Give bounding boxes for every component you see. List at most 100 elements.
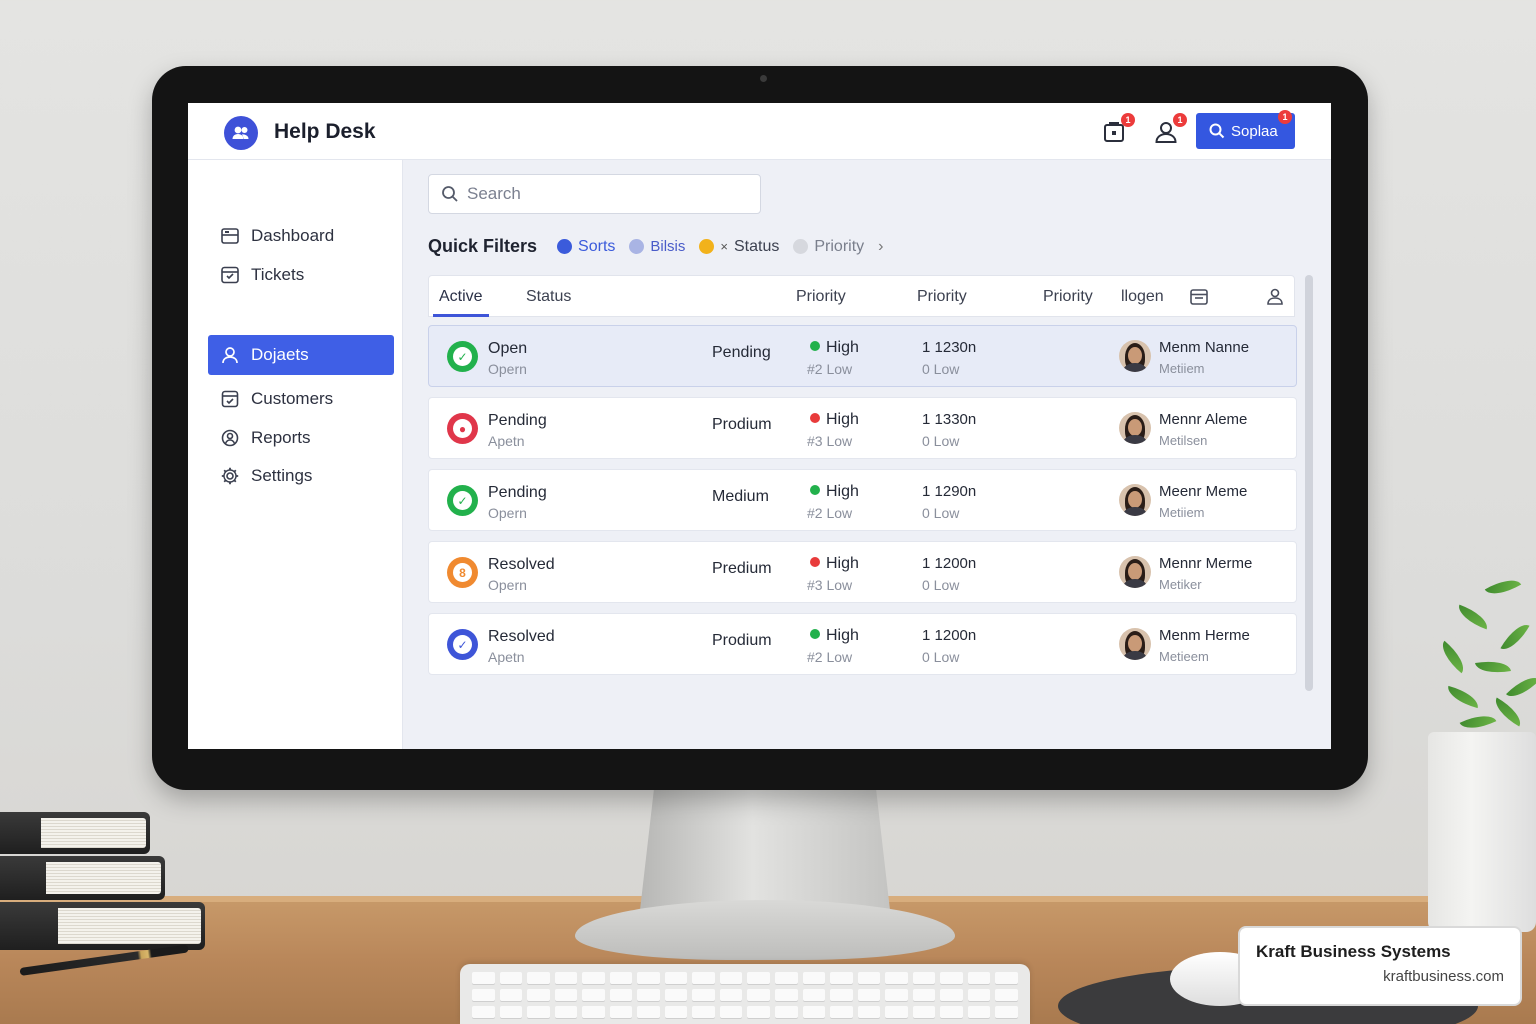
- user-icon: [222, 347, 238, 364]
- ticket-level: Prodium: [712, 632, 772, 649]
- priority-label: High: [826, 483, 859, 500]
- keyboard-key: [967, 972, 991, 984]
- tab-label: Active: [439, 288, 483, 305]
- sidebar-item-dashboard[interactable]: Dashboard: [208, 216, 394, 256]
- assignee-name: Mennr Merme: [1159, 555, 1253, 572]
- notification-badge: 1: [1121, 113, 1135, 127]
- chip-label: Bilsis: [650, 238, 686, 255]
- column-status[interactable]: Status: [526, 288, 571, 306]
- table-header: Active Status Priority Priority Priority…: [428, 275, 1295, 317]
- keyboard-key: [472, 972, 495, 984]
- table-row[interactable]: 8 Resolved Opern Predium High #3 Low 1 1…: [428, 541, 1297, 603]
- table-row[interactable]: ✓ Open Opern Pending High #2 Low 1 1230n…: [428, 325, 1297, 387]
- ticket-level: Prodium: [712, 416, 772, 433]
- book-stack: [0, 812, 220, 962]
- keyboard-key: [719, 1006, 743, 1018]
- column-llogen[interactable]: llogen: [1121, 288, 1164, 306]
- keyboard-key: [719, 989, 743, 1001]
- keyboard-key: [830, 989, 853, 1001]
- chip-dot: [793, 239, 809, 254]
- remove-icon[interactable]: ×: [720, 239, 728, 254]
- ticket-time-sub: 0 Low: [922, 505, 960, 521]
- sidebar-item-customers[interactable]: Customers: [208, 379, 394, 419]
- priority-label: High: [826, 555, 859, 572]
- assignee-sub: Metiker: [1159, 577, 1202, 592]
- priority-dot: [810, 413, 820, 423]
- priority-label: High: [826, 627, 859, 644]
- assignee-sub: Metieem: [1159, 649, 1209, 664]
- logo-icon: [224, 116, 258, 150]
- ticket-priority: High: [810, 483, 859, 501]
- avatar[interactable]: [1119, 340, 1151, 372]
- keyboard-key: [664, 989, 688, 1001]
- keyboard-key: [967, 989, 991, 1001]
- tab-active[interactable]: Active: [439, 288, 483, 306]
- ticket-icon: [221, 266, 239, 284]
- avatar[interactable]: [1119, 556, 1151, 588]
- ticket-time-sub: 0 Low: [922, 433, 960, 449]
- keyboard-key: [609, 972, 633, 984]
- search-input[interactable]: [467, 184, 727, 204]
- keyboard-key: [582, 1006, 605, 1018]
- status-icon: ✓: [447, 485, 478, 516]
- ticket-level: Predium: [712, 560, 772, 577]
- keyboard: [460, 964, 1030, 1024]
- avatar[interactable]: [1119, 484, 1151, 516]
- status-icon: ✓: [447, 341, 478, 372]
- avatar[interactable]: [1119, 628, 1151, 660]
- status-glyph: ✓: [457, 349, 468, 364]
- keyboard-key: [857, 1006, 881, 1018]
- keyboard-key: [609, 1006, 633, 1018]
- keyboard-key: [499, 1006, 523, 1018]
- table-row[interactable]: ✓ Pending Opern Medium High #2 Low 1 129…: [428, 469, 1297, 531]
- sidebar-item-label: Tickets: [251, 265, 305, 284]
- status-glyph: ●: [458, 421, 467, 436]
- column-priority-2[interactable]: Priority: [917, 288, 967, 306]
- keyboard-key: [472, 989, 495, 1001]
- keyboard-key: [885, 1006, 908, 1018]
- sidebar-item-settings[interactable]: Settings: [208, 456, 394, 496]
- customers-icon: [221, 390, 239, 408]
- status-icon: 8: [447, 557, 478, 588]
- sidebar-item-tickets[interactable]: Tickets: [208, 255, 394, 295]
- brand-name: Kraft Business Systems: [1256, 942, 1451, 961]
- keyboard-key: [802, 989, 826, 1001]
- header-search-button[interactable]: Soplaa 1: [1196, 110, 1295, 149]
- table-row[interactable]: ● Pending Apetn Prodium High #3 Low 1 13…: [428, 397, 1297, 459]
- keyboard-key: [637, 989, 660, 1001]
- chevron-right-icon[interactable]: ›: [878, 238, 883, 256]
- search-field[interactable]: [428, 174, 761, 214]
- keyboard-key: [692, 989, 715, 1001]
- priority-dot: [810, 485, 820, 495]
- sidebar-item-reports[interactable]: Reports: [208, 418, 394, 458]
- sidebar-item-dojaets[interactable]: Dojaets: [208, 335, 394, 375]
- brand-watermark: Kraft Business Systems kraftbusiness.com: [1238, 926, 1522, 1006]
- avatar[interactable]: [1119, 412, 1151, 444]
- filter-chip-bilsis[interactable]: Bilsis: [629, 238, 685, 255]
- keyboard-key: [940, 1006, 963, 1018]
- webcam: [760, 75, 767, 82]
- filter-chip-status[interactable]: × Status: [699, 238, 779, 256]
- assignee-sub: Metiiem: [1159, 361, 1205, 376]
- column-priority-3[interactable]: Priority: [1043, 288, 1093, 306]
- keyboard-key: [554, 972, 578, 984]
- table-row[interactable]: ✓ Resolved Apetn Prodium High #2 Low 1 1…: [428, 613, 1297, 675]
- ticket-time: 1 1200n: [922, 555, 977, 572]
- keyboard-key: [830, 1006, 853, 1018]
- notification-icon[interactable]: 1: [1101, 113, 1135, 145]
- keyboard-key: [775, 972, 798, 984]
- column-priority[interactable]: Priority: [796, 288, 846, 306]
- user-icon[interactable]: 1: [1153, 113, 1187, 145]
- filter-chip-priority[interactable]: Priority: [793, 238, 864, 256]
- columns-icon[interactable]: [1189, 287, 1209, 307]
- status-glyph: ✓: [457, 637, 468, 652]
- filter-chip-sorts[interactable]: Sorts: [557, 238, 615, 256]
- scrollbar[interactable]: [1305, 275, 1313, 691]
- user-settings-icon[interactable]: [1265, 286, 1285, 306]
- chip-label: Sorts: [578, 237, 616, 255]
- keyboard-key: [719, 972, 743, 984]
- user-badge: 1: [1173, 113, 1187, 127]
- keyboard-key: [912, 989, 936, 1001]
- quick-filters-label: Quick Filters: [428, 236, 538, 256]
- keyboard-key: [857, 989, 881, 1001]
